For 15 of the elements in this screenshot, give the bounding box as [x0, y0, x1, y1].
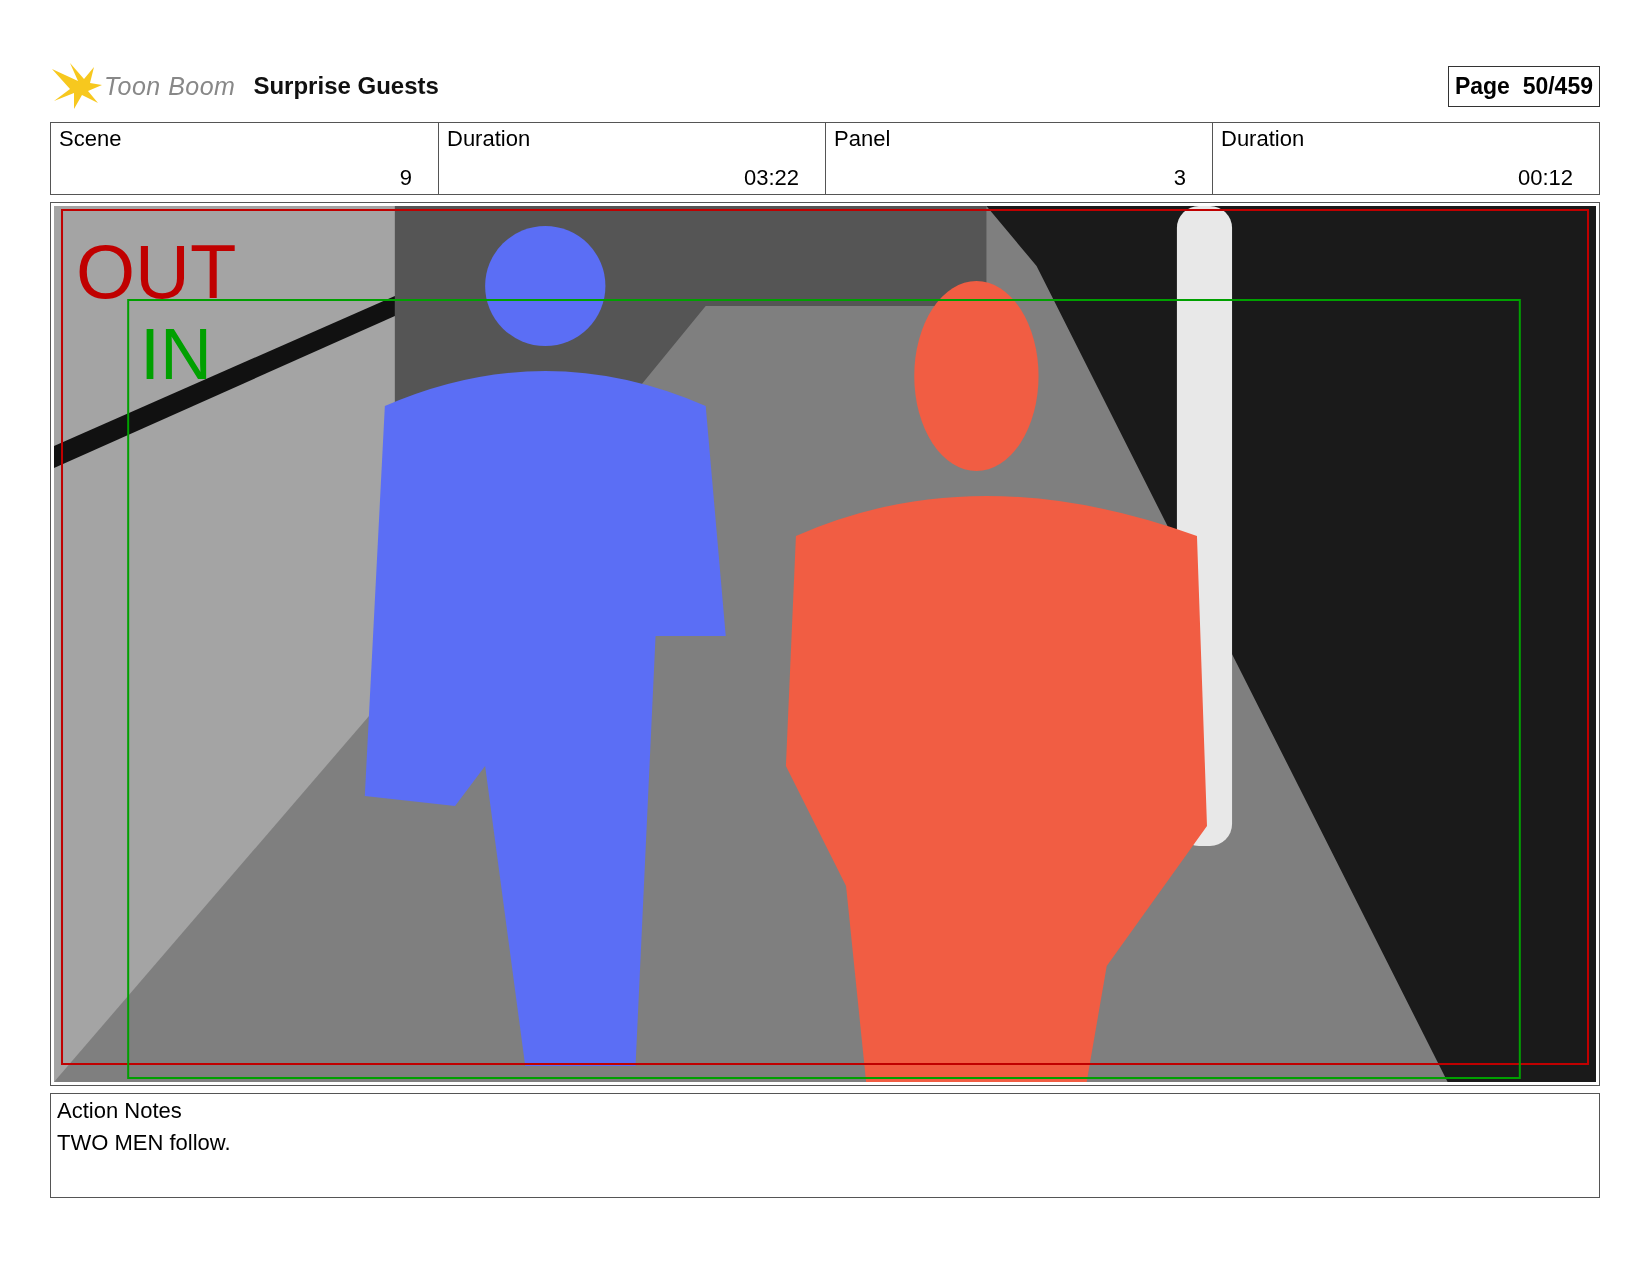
notes-text: TWO MEN follow.	[57, 1130, 232, 1156]
page-number: Page 50/459	[1447, 65, 1600, 107]
project-title: Surprise Guests	[253, 72, 439, 100]
field-label: Scene	[59, 126, 122, 152]
field-label: Duration	[447, 126, 531, 152]
field-value: 03:22	[743, 165, 799, 191]
field-value: 3	[1173, 165, 1186, 191]
frame-label: OUT	[76, 234, 237, 310]
field-value: 00:12	[1517, 165, 1573, 191]
field-label: Duration	[1221, 126, 1305, 152]
notes-title: Action Notes	[57, 1098, 183, 1124]
frame-label: IN	[140, 318, 212, 390]
field-value: 9	[399, 165, 412, 191]
field-label: Panel	[834, 126, 891, 152]
brand-logo: Toon Boom	[104, 71, 236, 101]
